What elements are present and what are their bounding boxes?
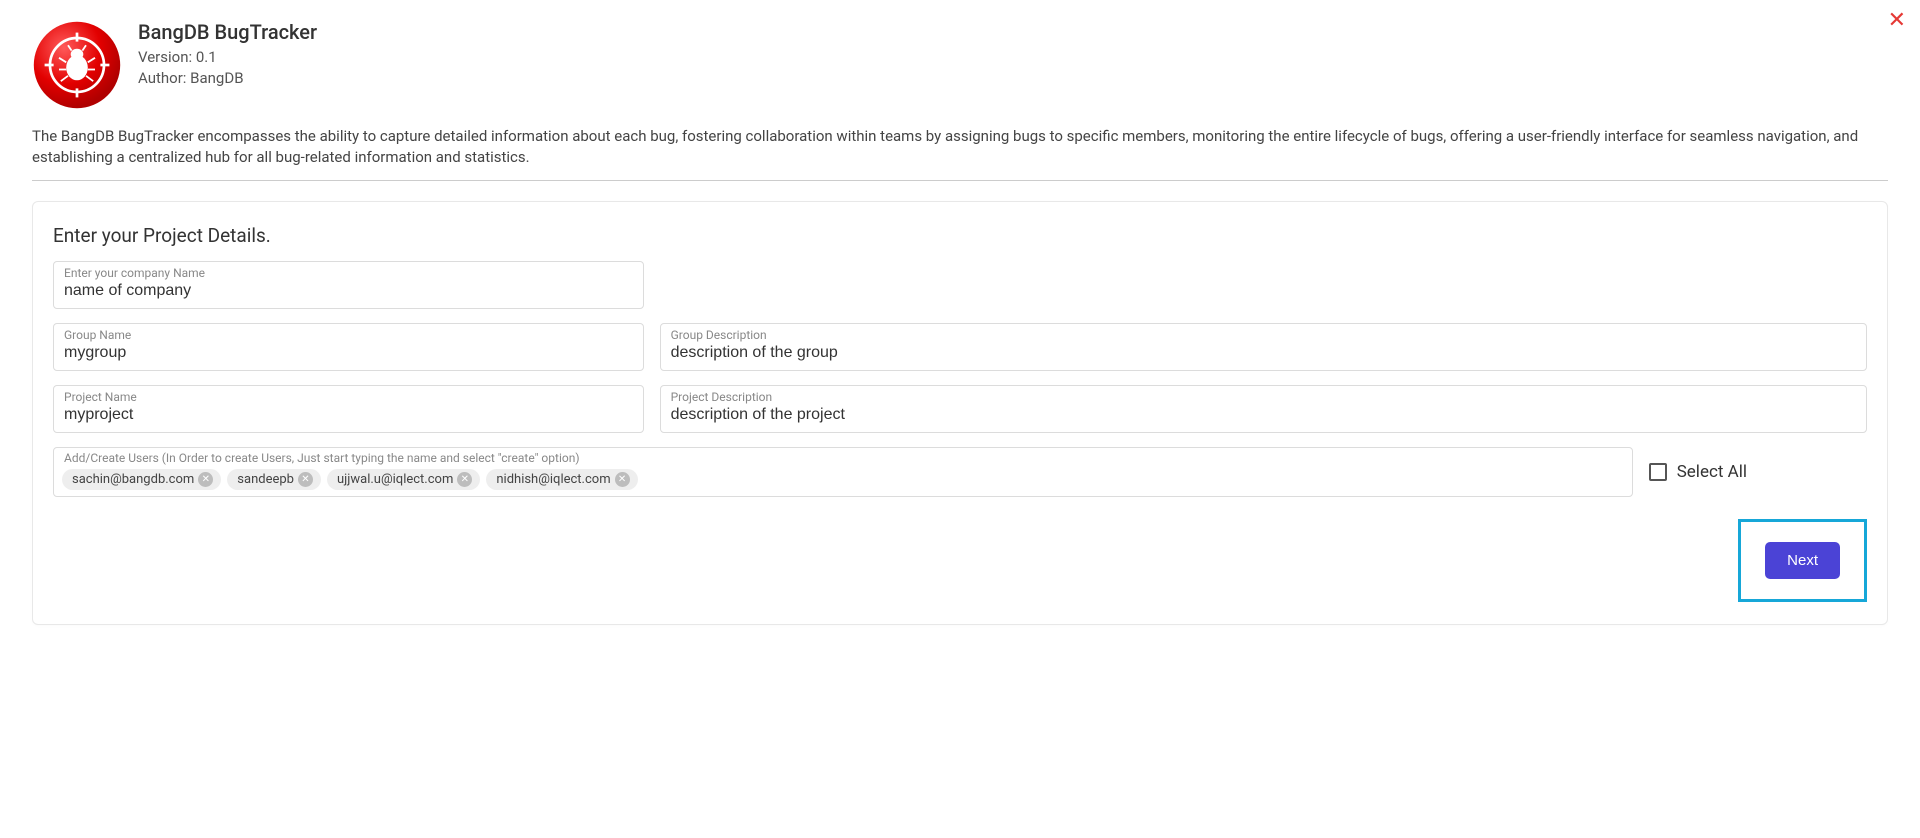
project-desc-label: Project Description	[671, 390, 1856, 404]
remove-chip-icon[interactable]: ✕	[457, 472, 472, 487]
select-all-label: Select All	[1677, 462, 1747, 482]
user-chip-label: sachin@bangdb.com	[72, 472, 194, 487]
user-chip[interactable]: sandeepb ✕	[227, 469, 321, 490]
project-desc-input[interactable]	[671, 404, 1856, 426]
divider	[32, 180, 1888, 181]
user-chip-label: sandeepb	[237, 472, 294, 487]
next-highlight: Next	[1738, 519, 1867, 602]
project-details-card: Enter your Project Details. Enter your c…	[32, 201, 1888, 625]
app-header: BangDB BugTracker Version: 0.1 Author: B…	[32, 20, 1888, 110]
user-chip-label: ujjwal.u@iqlect.com	[337, 472, 453, 487]
group-desc-field[interactable]: Group Description	[660, 323, 1867, 371]
user-chip[interactable]: sachin@bangdb.com ✕	[62, 469, 221, 490]
card-title: Enter your Project Details.	[53, 224, 1867, 247]
user-chip[interactable]: nidhish@iqlect.com ✕	[486, 469, 637, 490]
user-chip-label: nidhish@iqlect.com	[496, 472, 610, 487]
next-button[interactable]: Next	[1765, 542, 1840, 579]
group-desc-input[interactable]	[671, 342, 1856, 364]
app-version: Version: 0.1	[138, 48, 317, 66]
group-desc-label: Group Description	[671, 328, 1856, 342]
app-logo	[32, 20, 122, 110]
remove-chip-icon[interactable]: ✕	[615, 472, 630, 487]
project-name-label: Project Name	[64, 390, 633, 404]
company-input[interactable]	[64, 280, 633, 302]
project-name-input[interactable]	[64, 404, 633, 426]
project-desc-field[interactable]: Project Description	[660, 385, 1867, 433]
app-description: The BangDB BugTracker encompasses the ab…	[32, 126, 1888, 168]
remove-chip-icon[interactable]: ✕	[198, 472, 213, 487]
company-label: Enter your company Name	[64, 266, 633, 280]
group-name-field[interactable]: Group Name	[53, 323, 644, 371]
app-title: BangDB BugTracker	[138, 20, 317, 44]
project-name-field[interactable]: Project Name	[53, 385, 644, 433]
group-name-input[interactable]	[64, 342, 633, 364]
company-field[interactable]: Enter your company Name	[53, 261, 644, 309]
close-icon[interactable]: ✕	[1888, 10, 1906, 32]
remove-chip-icon[interactable]: ✕	[298, 472, 313, 487]
users-label: Add/Create Users (In Order to create Use…	[62, 451, 1624, 465]
group-name-label: Group Name	[64, 328, 633, 342]
app-author: Author: BangDB	[138, 69, 317, 87]
select-all-checkbox[interactable]	[1649, 463, 1667, 481]
users-field[interactable]: Add/Create Users (In Order to create Use…	[53, 447, 1633, 497]
user-chip[interactable]: ujjwal.u@iqlect.com ✕	[327, 469, 480, 490]
select-all-toggle[interactable]: Select All	[1649, 462, 1867, 482]
